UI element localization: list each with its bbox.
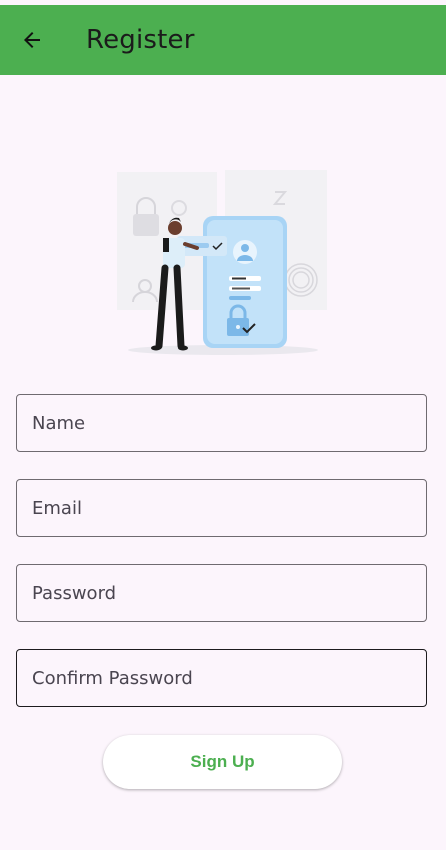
email-field[interactable] [16,479,427,537]
back-button[interactable] [17,25,47,55]
app-bar: Register [0,5,446,75]
page-title: Register [86,25,195,55]
password-field[interactable] [16,564,427,622]
phone-icon [203,216,287,348]
sign-up-button[interactable]: Sign Up [103,735,342,789]
name-field[interactable] [16,394,427,452]
login-security-illustration [117,170,327,355]
confirm-password-field[interactable] [16,649,427,707]
arrow-back-icon [24,32,40,48]
